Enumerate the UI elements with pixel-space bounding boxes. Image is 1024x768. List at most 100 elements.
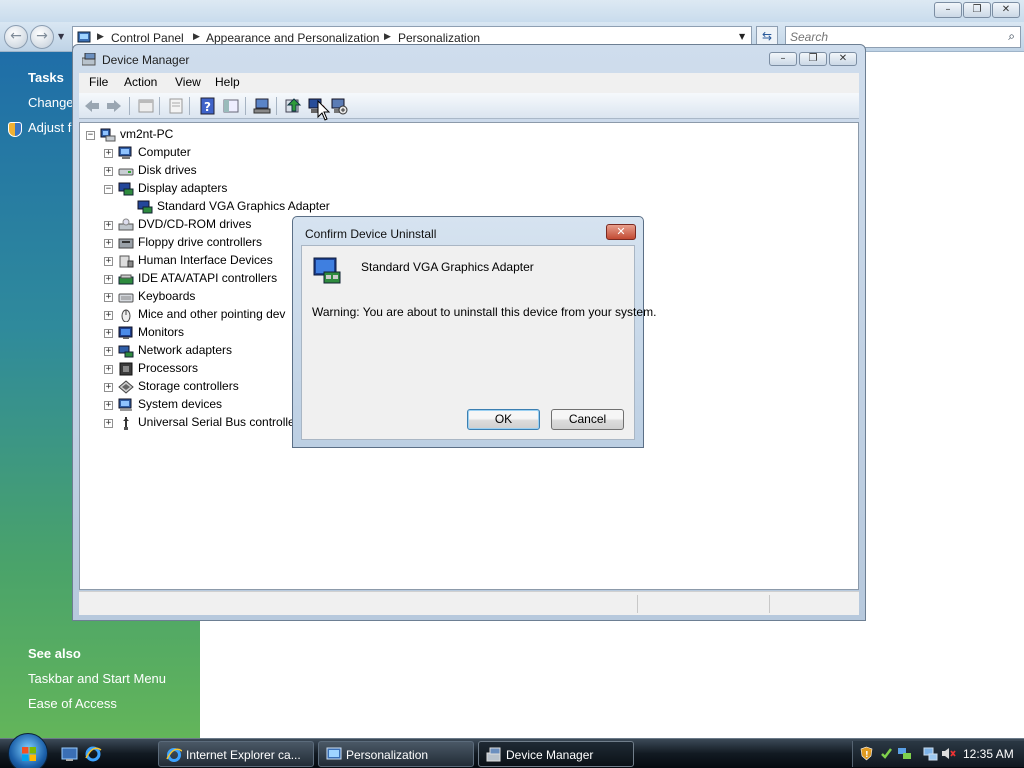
device-manager-title: Device Manager (102, 53, 190, 67)
expand-icon[interactable]: + (104, 383, 113, 392)
expand-icon[interactable]: + (104, 167, 113, 176)
volume-muted-icon[interactable] (941, 746, 956, 761)
windows-logo-icon (22, 747, 36, 761)
device-manager-titlebar[interactable]: Device Manager – ❐ ✕ (73, 45, 865, 73)
cancel-button[interactable]: Cancel (551, 409, 624, 430)
confirm-uninstall-dialog: Confirm Device Uninstall ✕ Standard VGA … (292, 216, 656, 448)
expand-icon[interactable]: + (104, 419, 113, 428)
expand-icon[interactable]: + (104, 293, 113, 302)
task-link-change[interactable]: Change (28, 95, 74, 110)
menu-help[interactable]: Help (215, 75, 240, 89)
control-panel-icon (77, 31, 91, 43)
close-button[interactable]: ✕ (992, 2, 1020, 18)
tree-node-label: Standard VGA Graphics Adapter (157, 199, 330, 213)
storage-controller-icon (118, 380, 134, 394)
device-manager-icon (82, 53, 96, 66)
windows-update-icon[interactable] (879, 746, 894, 761)
expand-icon[interactable]: + (104, 257, 113, 266)
clock[interactable]: 12:35 AM (963, 747, 1014, 761)
tree-node-label: Universal Serial Bus controlle (138, 415, 295, 429)
tree-node-label: System devices (138, 397, 223, 411)
devmgr-maximize-button[interactable]: ❐ (799, 52, 827, 66)
taskbar-button[interactable]: Personalization (318, 741, 474, 767)
menu-action[interactable]: Action (124, 75, 157, 89)
up-level-icon[interactable] (137, 97, 155, 115)
breadcrumb-arrow-icon: ▶ (193, 32, 200, 42)
display-adapter-icon (118, 182, 134, 196)
system-device-icon (118, 398, 132, 411)
help-icon[interactable]: ? (199, 97, 217, 115)
tree-node-label: Display adapters (138, 181, 228, 195)
expand-icon[interactable]: + (104, 329, 113, 338)
forward-button[interactable]: → (30, 25, 54, 49)
security-shield-icon[interactable]: ! (859, 746, 874, 761)
address-dropdown-icon[interactable]: ▼ (739, 32, 745, 41)
tasks-heading: Tasks (28, 70, 64, 85)
maximize-button[interactable]: ❐ (963, 2, 991, 18)
status-bar (79, 591, 859, 615)
ie-icon (166, 748, 182, 762)
back-arrow-icon[interactable] (83, 97, 101, 115)
ok-button[interactable]: OK (467, 409, 540, 430)
processor-icon (119, 362, 133, 376)
dialog-body: Standard VGA Graphics Adapter Warning: Y… (301, 245, 656, 440)
expand-icon[interactable]: + (104, 221, 113, 230)
show-desktop-icon[interactable] (61, 746, 78, 762)
menu-bar: File Action View Help (79, 73, 859, 93)
expand-icon[interactable]: + (104, 149, 113, 158)
forward-arrow-icon[interactable] (105, 97, 123, 115)
taskbar-button[interactable]: Internet Explorer ca... (158, 741, 314, 767)
properties-icon[interactable] (167, 97, 185, 115)
disable-device-icon[interactable] (330, 97, 348, 115)
dialog-close-button[interactable]: ✕ (606, 224, 636, 240)
taskbar: Internet Explorer ca... Personalization De… (0, 733, 1024, 768)
expand-icon[interactable]: + (104, 275, 113, 284)
expand-icon[interactable]: + (104, 365, 113, 374)
tree-node-label: Monitors (138, 325, 185, 339)
network-status-icon[interactable] (897, 746, 912, 761)
toolbar-separator (189, 97, 190, 115)
expand-icon[interactable]: + (104, 401, 113, 410)
start-button[interactable] (8, 733, 48, 768)
expand-icon[interactable]: + (104, 239, 113, 248)
expand-icon[interactable]: + (104, 347, 113, 356)
breadcrumb-appearance[interactable]: Appearance and Personalization (206, 31, 379, 45)
status-divider (769, 595, 770, 613)
collapse-icon[interactable]: − (104, 185, 113, 194)
back-button[interactable]: ← (4, 25, 28, 49)
internet-explorer-icon[interactable] (85, 746, 102, 762)
taskbar-button-label: Internet Explorer ca... (186, 748, 301, 762)
menu-file[interactable]: File (89, 75, 108, 89)
menu-view[interactable]: View (175, 75, 201, 89)
see-also-ease-of-access-link[interactable]: Ease of Access (28, 696, 117, 711)
toolbar-separator (276, 97, 277, 115)
taskbar-button[interactable]: Device Manager (478, 741, 634, 767)
pc-icon (100, 128, 116, 142)
task-link-adjust[interactable]: Adjust fo (28, 120, 79, 135)
dialog-device-name: Standard VGA Graphics Adapter (361, 260, 534, 274)
breadcrumb-control-panel[interactable]: Control Panel (111, 31, 184, 45)
network-connection-icon[interactable] (923, 746, 938, 761)
explorer-titlebar: – ❐ ✕ (0, 0, 1024, 22)
devmgr-close-button[interactable]: ✕ (829, 52, 857, 66)
ide-controller-icon (118, 274, 134, 285)
tree-node-label: Disk drives (138, 163, 197, 177)
tree-node-label: Human Interface Devices (138, 253, 273, 267)
system-tray: ! 12:35 AM (852, 741, 1024, 767)
uac-shield-icon (8, 122, 22, 137)
show-hide-console-tree-icon[interactable] (222, 97, 240, 115)
minimize-button[interactable]: – (934, 2, 962, 18)
tree-node-label: Network adapters (138, 343, 233, 357)
search-icon[interactable]: ⌕ (1008, 29, 1015, 44)
expand-icon[interactable]: + (104, 311, 113, 320)
mouse-cursor-icon (317, 100, 331, 121)
breadcrumb-personalization[interactable]: Personalization (398, 31, 480, 45)
tree-node-label: Storage controllers (138, 379, 239, 393)
recent-pages-dropdown-icon[interactable]: ▼ (58, 32, 64, 41)
see-also-taskbar-link[interactable]: Taskbar and Start Menu (28, 671, 166, 686)
devmgr-minimize-button[interactable]: – (769, 52, 797, 66)
scan-hardware-changes-icon[interactable] (253, 97, 271, 115)
update-driver-icon[interactable] (284, 97, 302, 115)
collapse-icon[interactable]: − (86, 131, 95, 140)
see-also-heading: See also (28, 646, 81, 661)
